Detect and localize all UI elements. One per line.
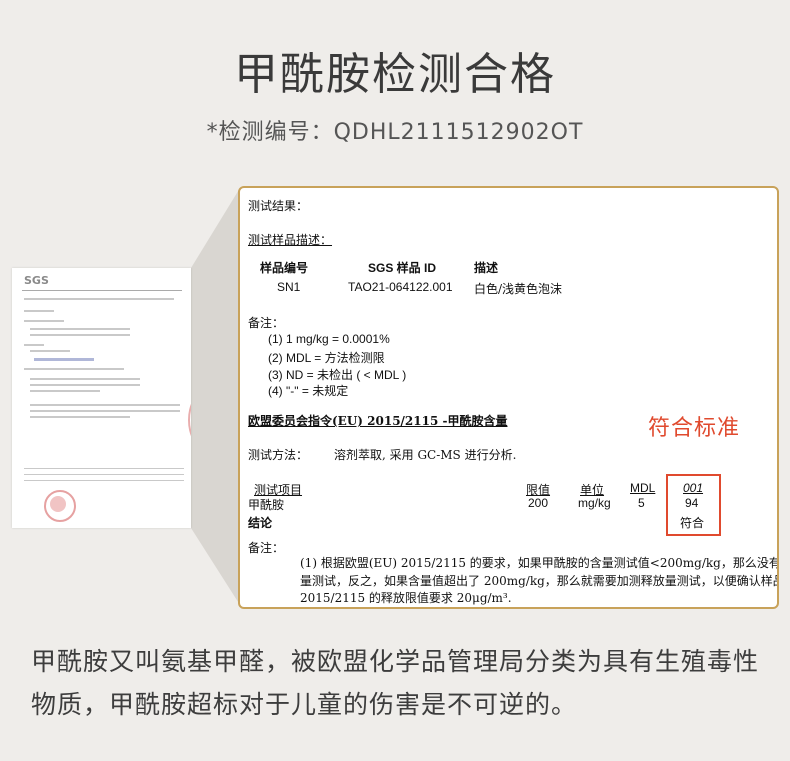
sample-desc-label: 测试样品描述： [248, 233, 333, 247]
conform-stamp-text: 符合标准 [648, 416, 741, 441]
note-1: (1) 1 mg/kg = 0.0001% [268, 332, 390, 346]
method-label: 测试方法： [248, 448, 309, 462]
remark-line-1: (1) 根据欧盟(EU) 2015/2115 的要求，如果甲酰胺的含量测试值<2… [300, 556, 779, 570]
note-2: (2) MDL = 方法检测限 [268, 351, 385, 365]
conclusion-label: 结论 [248, 516, 273, 530]
sgs-logo: SGS [24, 274, 49, 287]
test-report-document: 测试结果： 测试样品描述： 样品编号 SGS 样品 ID 描述 SN1 TAO2… [238, 186, 779, 609]
remark-line-2: 量测试，反之，如果含量值超出了 200mg/kg，那么就需要加测释放量测试，以便… [300, 574, 779, 588]
note-4: (4) "-" = 未规定 [268, 384, 349, 398]
test-result-label: 测试结果： [248, 199, 309, 213]
notes-label: 备注： [248, 316, 285, 330]
remark-line-3: 2015/2115 的释放限值要求 20μg/m³. [300, 591, 512, 605]
result-highlight-box [666, 474, 721, 536]
footer-description: 甲酰胺又叫氨基甲醛，被欧盟化学品管理局分类为具有生殖毒性物质，甲酰胺超标对于儿童… [31, 647, 760, 719]
result-limit: 200 [528, 496, 549, 510]
certificate-thumbnail: SGS [12, 268, 191, 528]
note-3: (3) ND = 未检出 ( < MDL ) [268, 368, 407, 382]
method-text: 溶剂萃取, 采用 GC-MS 进行分析. [334, 448, 517, 462]
result-mdl: 5 [638, 496, 645, 510]
result-header-mdl: MDL [630, 481, 656, 495]
remark-label: 备注： [248, 541, 285, 555]
sample-header-desc: 描述 [474, 261, 499, 275]
result-item: 甲酰胺 [248, 498, 285, 512]
directive-heading: 欧盟委员会指令(EU) 2015/2115 -甲酰胺含量 [248, 414, 508, 428]
sample-desc: 白色/浅黄色泡沫 [474, 282, 563, 296]
sample-no: SN1 [277, 280, 301, 294]
sample-id: TAO21-064122.001 [348, 280, 453, 294]
sample-header-no: 样品编号 [260, 261, 309, 275]
result-unit: mg/kg [578, 496, 611, 510]
sample-header-id: SGS 样品 ID [368, 261, 437, 275]
